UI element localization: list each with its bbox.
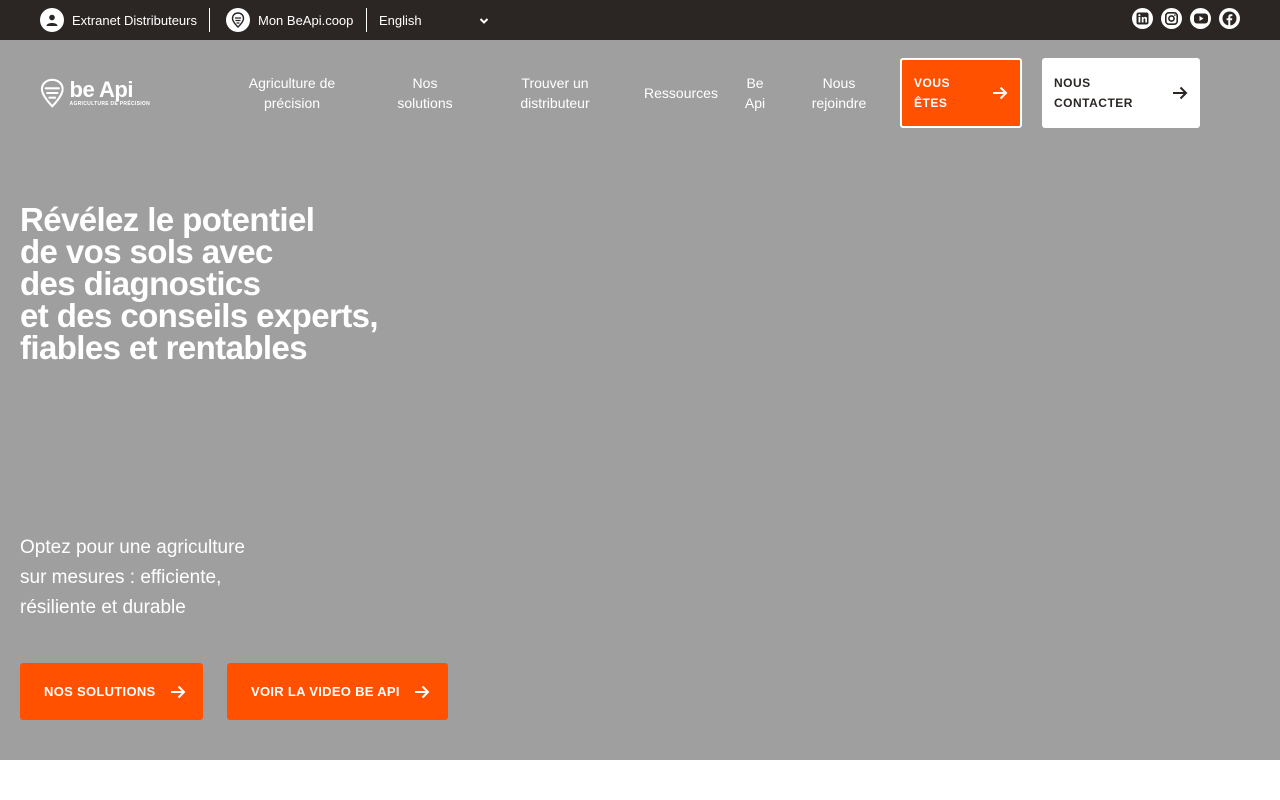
nav-item-join[interactable]: Nous rejoindre — [804, 73, 874, 113]
you-are-button[interactable]: VOUS ÊTES — [900, 58, 1022, 128]
you-are-label: VOUS ÊTES — [914, 76, 951, 110]
top-utility-bar: Extranet Distributeurs Mon BeApi.coop En… — [0, 0, 1280, 40]
be-api-logo[interactable]: be Api AGRICULTURE DE PRÉCISION — [40, 76, 150, 110]
facebook-icon[interactable] — [1219, 8, 1240, 29]
language-select[interactable]: English — [379, 8, 489, 32]
arrow-right-icon — [414, 685, 430, 698]
our-solutions-label: NOS SOLUTIONS — [44, 684, 156, 699]
youtube-icon[interactable] — [1190, 8, 1211, 29]
extranet-link[interactable]: Extranet Distributeurs — [40, 8, 197, 32]
instagram-icon[interactable] — [1161, 8, 1182, 29]
hero-headline: Révélez le potentiel de vos sols avec de… — [20, 201, 379, 366]
divider — [366, 8, 367, 32]
extranet-label: Extranet Distributeurs — [72, 12, 197, 28]
our-solutions-button[interactable]: NOS SOLUTIONS — [20, 663, 203, 720]
contact-label: NOUS CONTACTER — [1054, 76, 1133, 110]
chevron-down-icon — [479, 13, 489, 28]
arrow-right-icon — [1173, 86, 1188, 100]
nav-item-agriculture[interactable]: Agriculture de précision — [236, 73, 348, 113]
logo-tagline: AGRICULTURE DE PRÉCISION — [69, 100, 150, 107]
logo-brand: be Api — [69, 76, 134, 102]
mon-beapi-label: Mon BeApi.coop — [258, 12, 354, 28]
nav-item-be-api[interactable]: Be Api — [740, 73, 770, 113]
hero-section: be Api AGRICULTURE DE PRÉCISION Agricult… — [0, 40, 1280, 760]
contact-button[interactable]: NOUS CONTACTER — [1042, 58, 1200, 128]
nav-item-distributor[interactable]: Trouver un distributeur — [505, 73, 605, 113]
arrow-right-icon — [170, 685, 185, 698]
logo-mark-icon — [40, 78, 64, 108]
user-icon — [40, 8, 64, 32]
nav-item-solutions[interactable]: Nos solutions — [387, 73, 463, 113]
watch-video-button[interactable]: VOIR LA VIDEO BE API — [227, 663, 448, 720]
nav-item-resources[interactable]: Ressources — [640, 83, 722, 103]
social-links — [1132, 8, 1240, 29]
language-selected: English — [379, 12, 422, 28]
watch-video-label: VOIR LA VIDEO BE API — [251, 684, 400, 699]
mon-beapi-link[interactable]: Mon BeApi.coop — [226, 8, 353, 32]
divider — [209, 8, 210, 32]
hero-subtitle: Optez pour une agriculture sur mesures :… — [20, 537, 245, 618]
beapi-pin-icon — [226, 8, 250, 32]
linkedin-icon[interactable] — [1132, 8, 1153, 29]
arrow-right-icon — [993, 86, 1008, 100]
